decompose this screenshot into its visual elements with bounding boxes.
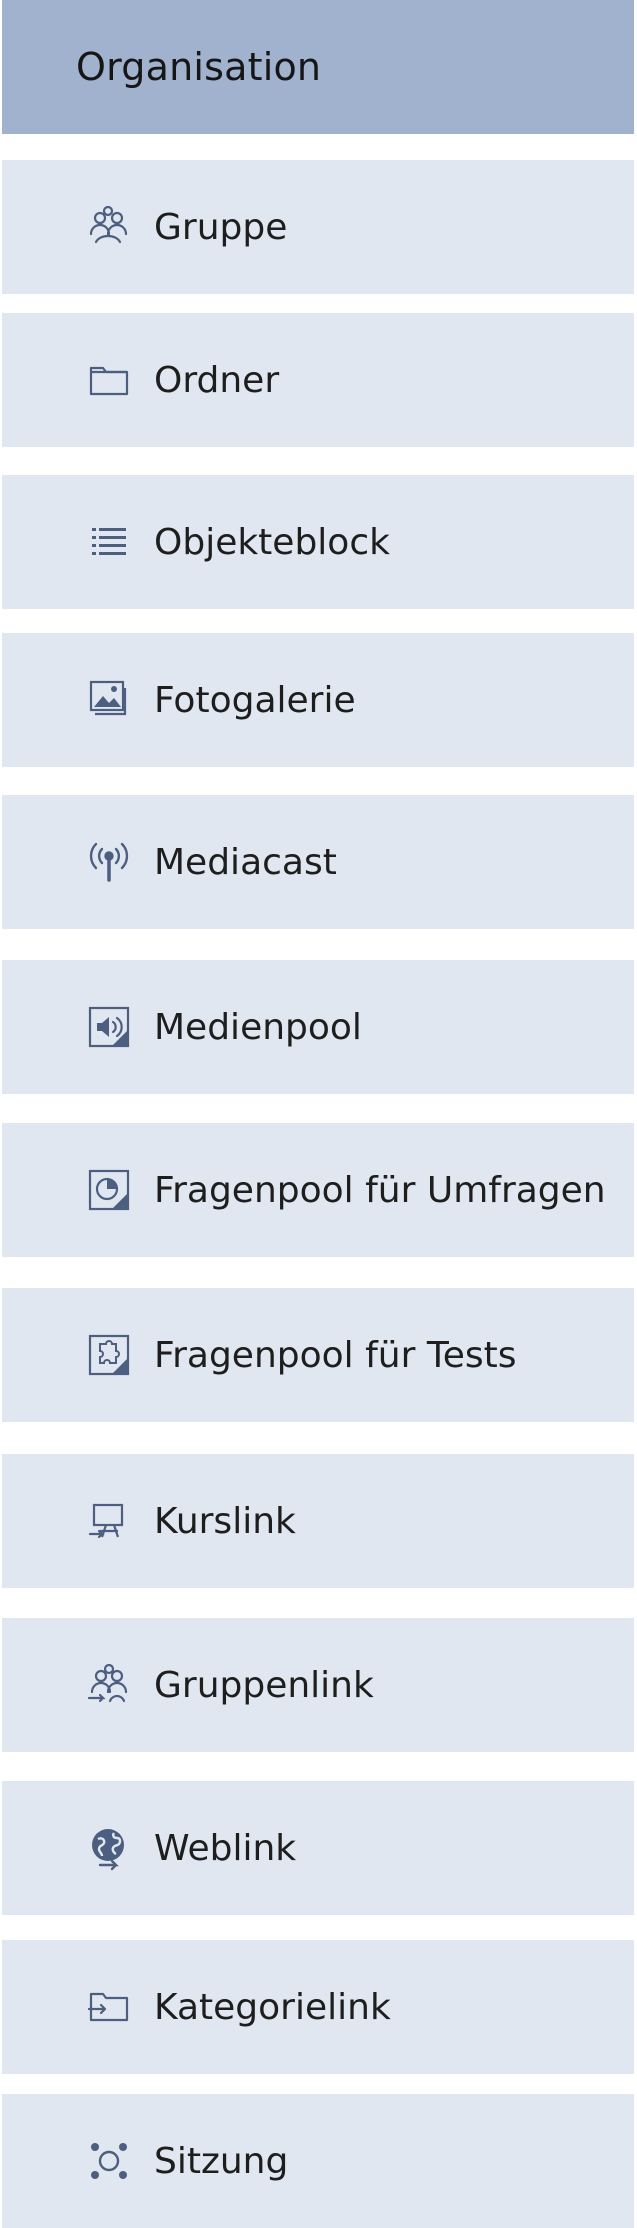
menu-item-fotogalerie[interactable]: Fotogalerie: [2, 633, 634, 767]
menu-item-ordner[interactable]: Ordner: [2, 313, 634, 447]
test-pool-icon: [86, 1332, 132, 1378]
menu-item-label: Fotogalerie: [154, 679, 356, 721]
menu-item-label: Gruppenlink: [154, 1664, 374, 1706]
group-icon: [86, 204, 132, 250]
menu-item-kurslink[interactable]: Kurslink: [2, 1454, 634, 1588]
menu-item-label: Gruppe: [154, 206, 288, 248]
menu-item-label: Objekteblock: [154, 521, 390, 563]
menu-item-gruppe[interactable]: Gruppe: [2, 160, 634, 294]
organisation-header: Organisation: [2, 0, 634, 134]
menu-item-sitzung[interactable]: Sitzung: [2, 2094, 634, 2228]
menu-item-label: Sitzung: [154, 2140, 289, 2182]
weblink-icon: [86, 1825, 132, 1871]
menu-item-fragenpool-umfragen[interactable]: Fragenpool für Umfragen: [2, 1123, 634, 1257]
menu-item-label: Medienpool: [154, 1006, 362, 1048]
menu-item-label: Kategorielink: [154, 1986, 391, 2028]
menu-item-label: Ordner: [154, 359, 280, 401]
photo-gallery-icon: [86, 677, 132, 723]
menu-item-medienpool[interactable]: Medienpool: [2, 960, 634, 1094]
group-link-icon: [86, 1662, 132, 1708]
course-link-icon: [86, 1498, 132, 1544]
broadcast-icon: [86, 839, 132, 885]
menu-item-gruppenlink[interactable]: Gruppenlink: [2, 1618, 634, 1752]
menu-item-label: Fragenpool für Umfragen: [154, 1169, 606, 1211]
menu-item-label: Weblink: [154, 1827, 297, 1869]
header-title: Organisation: [76, 45, 322, 89]
list-icon: [86, 519, 132, 565]
menu-item-kategorielink[interactable]: Kategorielink: [2, 1940, 634, 2074]
category-link-icon: [86, 1984, 132, 2030]
menu-item-objekteblock[interactable]: Objekteblock: [2, 475, 634, 609]
session-icon: [86, 2138, 132, 2184]
speaker-icon: [86, 1004, 132, 1050]
folder-icon: [86, 357, 132, 403]
menu-item-label: Fragenpool für Tests: [154, 1334, 517, 1376]
menu-item-label: Mediacast: [154, 841, 337, 883]
menu-item-weblink[interactable]: Weblink: [2, 1781, 634, 1915]
menu-item-label: Kurslink: [154, 1500, 296, 1542]
survey-pool-icon: [86, 1167, 132, 1213]
menu-item-fragenpool-tests[interactable]: Fragenpool für Tests: [2, 1288, 634, 1422]
menu-item-mediacast[interactable]: Mediacast: [2, 795, 634, 929]
